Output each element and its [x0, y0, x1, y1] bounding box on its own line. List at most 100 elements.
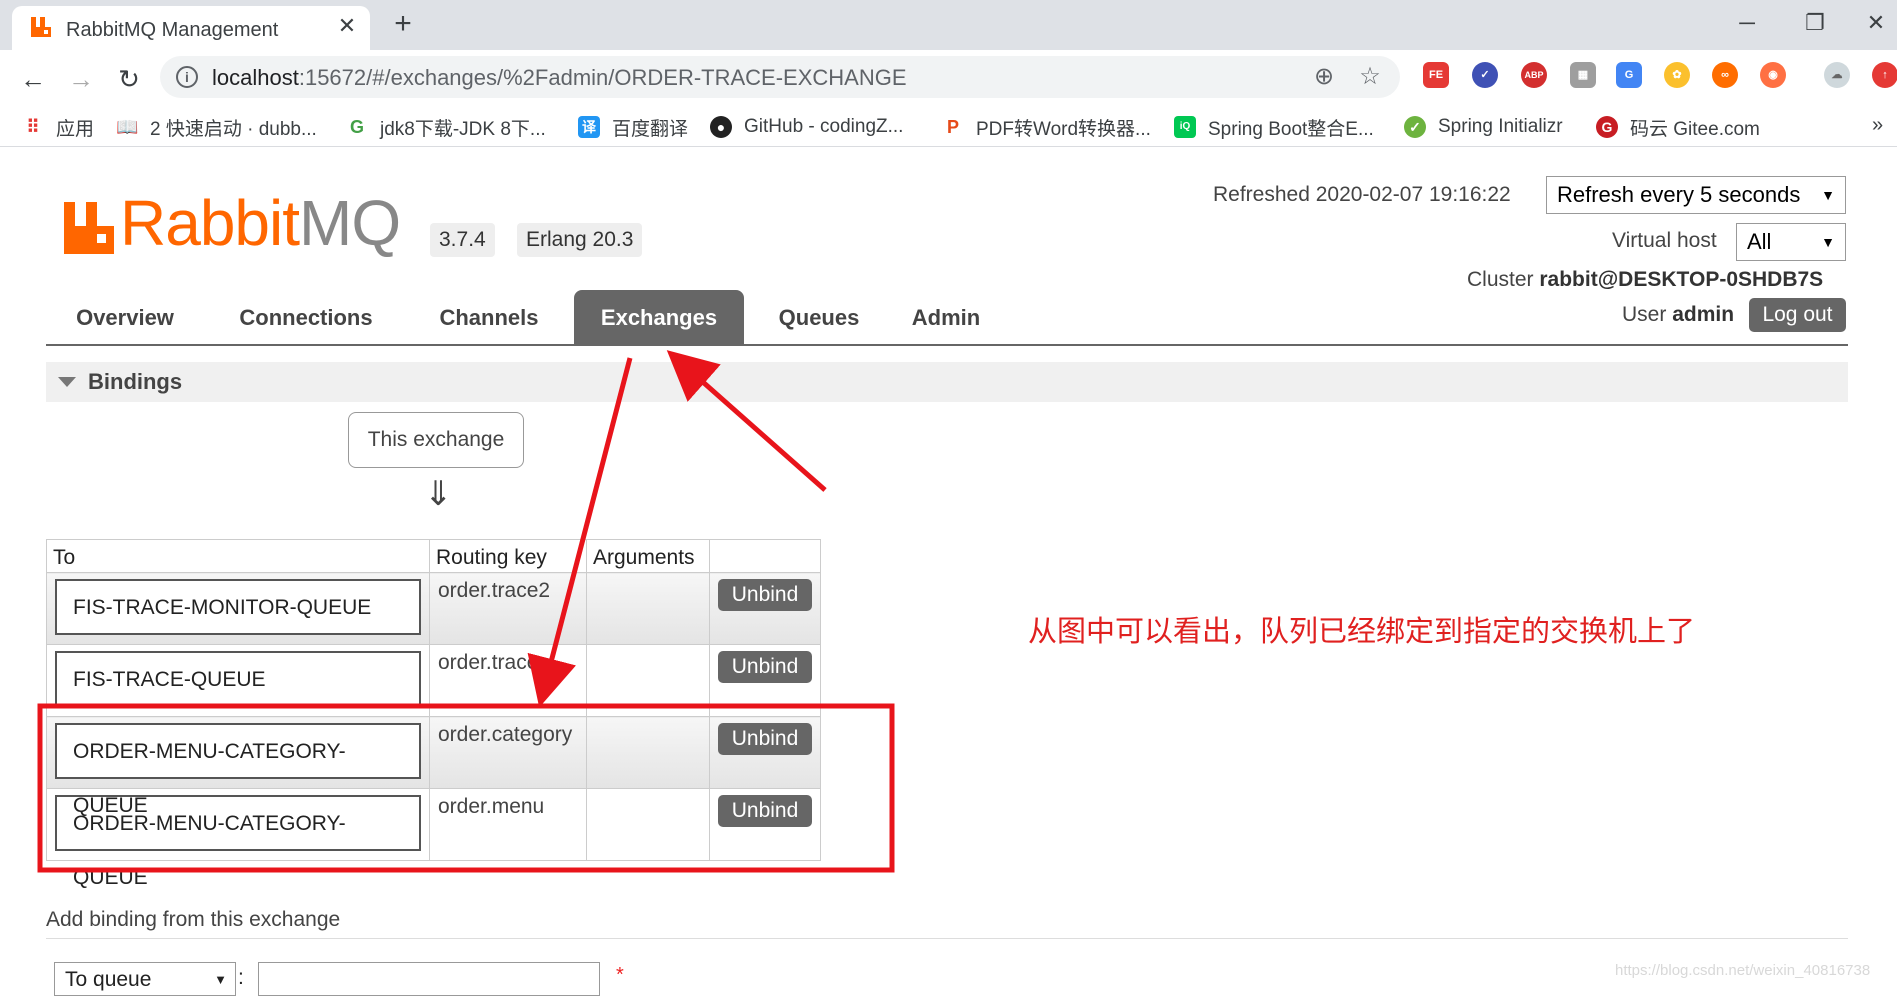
spring-icon: ✓	[1404, 116, 1426, 138]
arguments-cell	[586, 788, 710, 861]
chevron-down-icon: ▼	[1821, 234, 1835, 250]
reload-icon[interactable]: ↻	[112, 62, 146, 96]
unbind-button[interactable]: Unbind	[718, 651, 812, 683]
bindings-section-header[interactable]: Bindings	[46, 362, 1848, 402]
adblock-extension-icon[interactable]: ABP	[1521, 62, 1547, 88]
column-header-routing-key: Routing key	[429, 539, 587, 573]
zoom-icon[interactable]: ⊕	[1310, 63, 1338, 91]
bookmark-spring-boot[interactable]: iQ Spring Boot整合E...	[1174, 114, 1374, 140]
rabbit-logo-icon	[64, 202, 114, 254]
unbind-button[interactable]: Unbind	[718, 723, 812, 755]
to-cell: ORDER-MENU-CATEGORY-QUEUE	[46, 716, 430, 817]
bookmark-baidu-translate[interactable]: 译百度翻译	[578, 114, 688, 140]
queue-link[interactable]: ORDER-MENU-CATEGORY-QUEUE	[55, 795, 421, 889]
logo-mq: MQ	[299, 187, 401, 259]
tab-close-icon[interactable]: ✕	[334, 13, 360, 39]
bookmark-label: PDF转Word转换器...	[976, 118, 1151, 140]
flower-extension-icon[interactable]: ✿	[1664, 62, 1690, 88]
routing-key-cell: order.trace	[429, 644, 587, 717]
chevron-down-icon: ▼	[1821, 187, 1835, 203]
arguments-cell	[586, 716, 710, 789]
queue-link[interactable]: FIS-TRACE-MONITOR-QUEUE	[55, 579, 421, 635]
column-header-to: To	[46, 539, 430, 573]
window-close-icon[interactable]: ✕	[1852, 6, 1897, 40]
table-row: ORDER-MENU-CATEGORY-QUEUE order.menu Unb…	[46, 788, 821, 889]
routing-key: order.trace2	[438, 579, 551, 602]
browser-tab[interactable]: RabbitMQ Management ✕	[12, 6, 370, 50]
collapse-triangle-icon	[58, 377, 76, 387]
bookmark-pdf[interactable]: P PDF转Word转换器...	[942, 114, 1151, 140]
bookmark-gitee[interactable]: G 码云 Gitee.com	[1596, 114, 1760, 140]
bookmark-star-icon[interactable]: ☆	[1356, 63, 1384, 91]
puzzle-extension-icon[interactable]: ▦	[1570, 62, 1596, 88]
bookmark-label: 码云 Gitee.com	[1630, 118, 1760, 140]
fe-extension-icon[interactable]: FE	[1423, 62, 1449, 88]
back-arrow-icon[interactable]: ←	[16, 62, 50, 96]
site-info-icon[interactable]: i	[176, 66, 198, 88]
gitee-icon: G	[1596, 116, 1618, 138]
watermark-text: https://blog.csdn.net/weixin_40816738	[1615, 962, 1871, 979]
tab-overview[interactable]: Overview	[60, 290, 190, 344]
add-binding-title: Add binding from this exchange	[46, 908, 341, 931]
pdf-icon: P	[942, 116, 964, 138]
queue-link[interactable]: FIS-TRACE-QUEUE	[55, 651, 421, 707]
tab-exchanges[interactable]: Exchanges	[574, 290, 744, 344]
virtual-host-select[interactable]: All ▼	[1736, 223, 1846, 261]
unbind-button[interactable]: Unbind	[718, 795, 812, 827]
apps-grid-icon: ⠿	[22, 116, 44, 138]
bookmark-label: 应用	[56, 118, 95, 140]
table-row: FIS-TRACE-QUEUE order.trace Unbind	[46, 644, 821, 717]
routing-key: order.trace	[438, 651, 539, 674]
book-icon: 📖	[116, 116, 139, 138]
bookmark-label: jdk8下载-JDK 8下...	[380, 118, 546, 140]
routing-key-cell: order.menu	[429, 788, 587, 861]
bookmarks-more-icon[interactable]: »	[1872, 114, 1883, 137]
virtual-host-label: Virtual host	[1612, 229, 1717, 252]
bookmark-github[interactable]: ● GitHub - codingZ...	[710, 114, 903, 140]
url-text[interactable]: localhost:15672/#/exchanges/%2Fadmin/ORD…	[212, 65, 907, 91]
action-cell: Unbind	[709, 788, 821, 861]
forward-arrow-icon[interactable]: →	[64, 62, 98, 96]
this-exchange-box: This exchange	[348, 412, 524, 468]
rabbitmq-logo[interactable]: RabbitMQ	[64, 191, 401, 255]
logo-rabbit: Rabbit	[120, 187, 300, 259]
restore-icon[interactable]: ❐	[1791, 6, 1839, 40]
cluster-name: rabbit@DESKTOP-0SHDB7S	[1539, 268, 1824, 291]
tab-queues[interactable]: Queues	[764, 290, 874, 344]
tab-connections[interactable]: Connections	[226, 290, 386, 344]
bookmark-label: 百度翻译	[612, 118, 689, 140]
version-badge: 3.7.4	[430, 223, 495, 257]
infinity-extension-icon[interactable]: ∞	[1712, 62, 1738, 88]
bookmark-dubbo[interactable]: 📖 2 快速启动 · dubb...	[116, 114, 317, 140]
required-mark: *	[616, 964, 624, 986]
address-bar[interactable]: i localhost:15672/#/exchanges/%2Fadmin/O…	[160, 56, 1400, 98]
url-path: :15672/#/exchanges/%2Fadmin/ORDER-TRACE-…	[298, 65, 907, 90]
to-cell: ORDER-MENU-CATEGORY-QUEUE	[46, 788, 430, 889]
leaf-icon: G	[346, 116, 368, 138]
routing-key-cell: order.category	[429, 716, 587, 789]
queue-link[interactable]: ORDER-MENU-CATEGORY-QUEUE	[55, 723, 421, 817]
refresh-interval-select[interactable]: Refresh every 5 seconds ▼	[1546, 176, 1846, 214]
unbind-button[interactable]: Unbind	[718, 579, 812, 611]
google-translate-extension-icon[interactable]: G	[1616, 62, 1642, 88]
github-icon: ●	[710, 116, 732, 138]
erlang-badge: Erlang 20.3	[517, 223, 643, 257]
refreshed-timestamp: Refreshed 2020-02-07 19:16:22	[1213, 183, 1511, 206]
action-cell: Unbind	[709, 716, 821, 789]
minimize-icon[interactable]: ─	[1723, 6, 1771, 40]
update-arrow-icon[interactable]: ↑	[1872, 62, 1897, 88]
new-tab-button[interactable]: +	[386, 8, 420, 42]
bindings-title: Bindings	[88, 369, 183, 394]
annotation-text: 从图中可以看出，队列已经绑定到指定的交换机上了	[1028, 614, 1696, 648]
bookmark-spring-initializr[interactable]: ✓ Spring Initializr	[1404, 114, 1563, 140]
arguments-cell	[586, 572, 710, 645]
bookmark-jdk8[interactable]: Gjdk8下载-JDK 8下...	[346, 114, 546, 140]
profile-avatar-icon[interactable]: ☁	[1824, 62, 1850, 88]
lifebuoy-extension-icon[interactable]: ◉	[1760, 62, 1786, 88]
tab-admin[interactable]: Admin	[906, 290, 986, 344]
check-extension-icon[interactable]: ✓	[1472, 62, 1498, 88]
divider	[46, 938, 1848, 939]
tab-channels[interactable]: Channels	[424, 290, 554, 344]
bindings-table: To Routing key Arguments FIS-TRACE-MONIT…	[46, 539, 821, 889]
bookmark-apps[interactable]: ⠿ 应用	[22, 114, 94, 140]
